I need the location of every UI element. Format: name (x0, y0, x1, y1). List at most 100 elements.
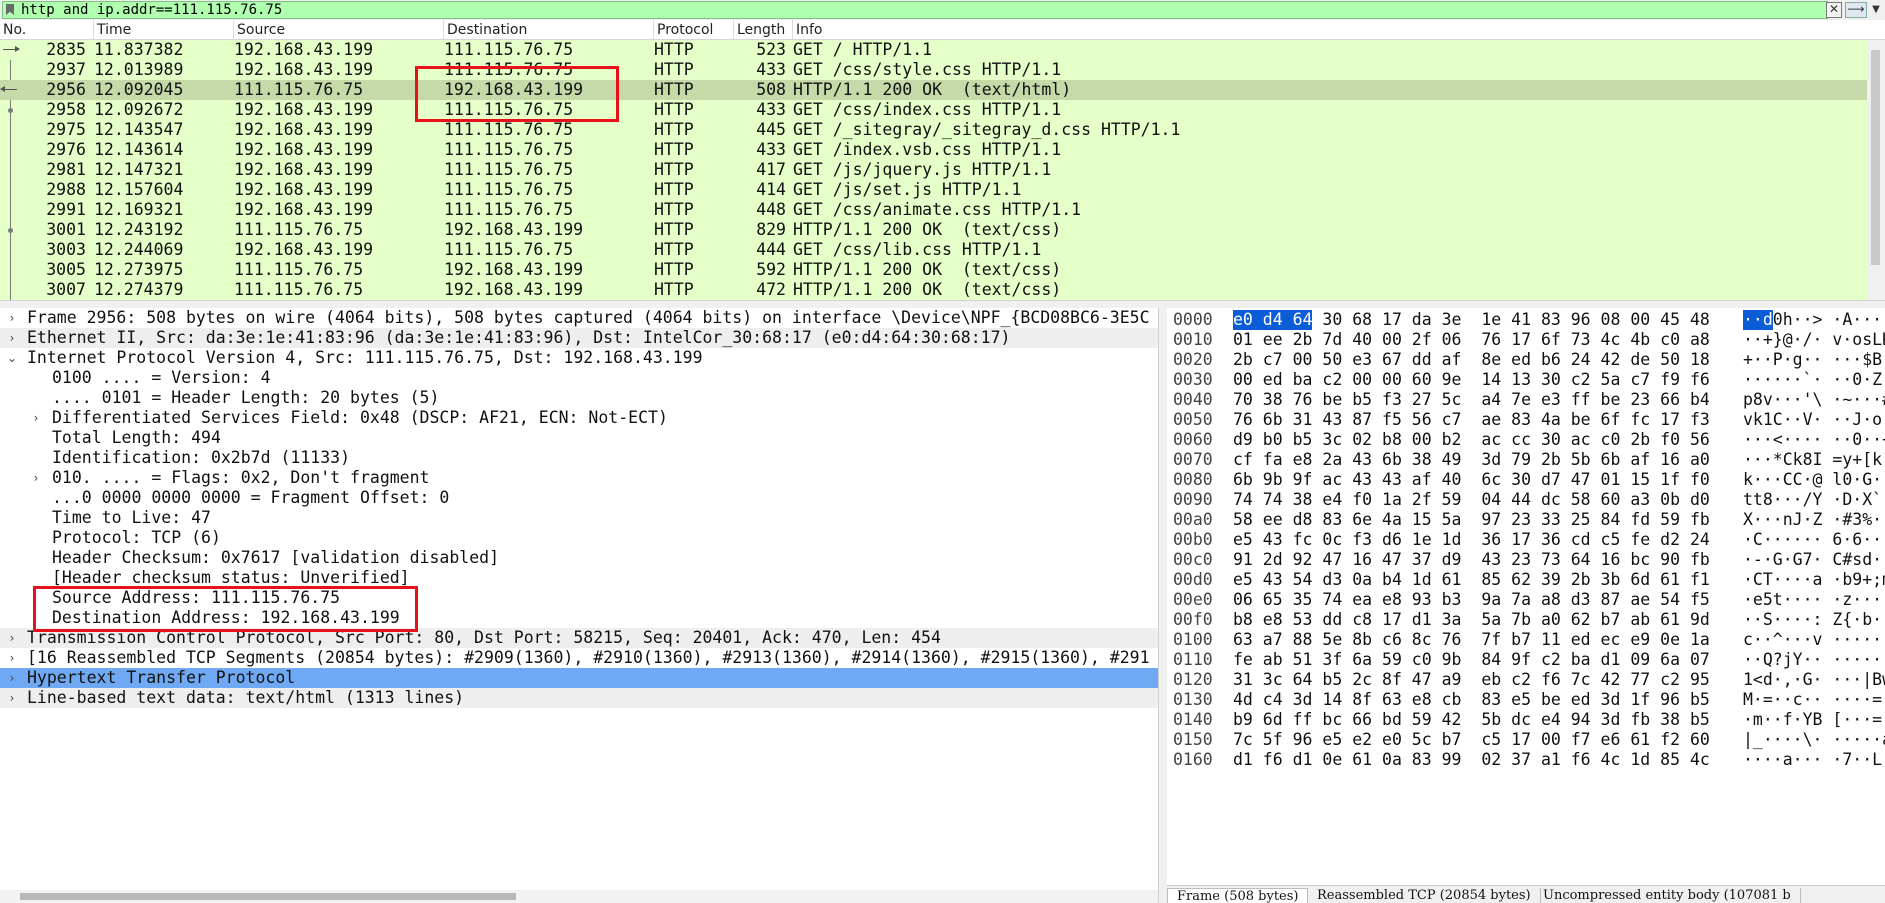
hex-row[interactable]: 0030 00 ed ba c2 00 00 60 9e 14 13 30 c2 … (1167, 370, 1885, 390)
hex-offset: 0130 (1173, 690, 1213, 709)
hex-row[interactable]: 0150 7c 5f 96 e5 e2 e0 5c b7 c5 17 00 f7 … (1167, 730, 1885, 750)
detail-tree-item[interactable]: › [16 Reassembled TCP Segments (20854 byt… (0, 648, 1158, 668)
detail-tree-item[interactable]: › Hypertext Transfer Protocol (0, 668, 1158, 688)
hex-bytes: 91 2d 92 47 16 47 37 d9 43 23 73 64 16 b… (1233, 550, 1710, 569)
apply-filter-arrow-icon[interactable]: ⟶ (1845, 2, 1867, 18)
cell-info: GET /css/index.css HTTP/1.1 (793, 100, 1062, 119)
column-header-source[interactable]: Source (234, 20, 444, 40)
hex-row[interactable]: 0020 2b c7 00 50 e3 67 dd af 8e ed b6 24 … (1167, 350, 1885, 370)
detail-tree-item[interactable]: Protocol: TCP (6) (0, 528, 1158, 548)
detail-tree-item[interactable]: Identification: 0x2b7d (11133) (0, 448, 1158, 468)
hex-row[interactable]: 0090 74 74 38 e4 f0 1a 2f 59 04 44 dc 58 … (1167, 490, 1885, 510)
pane-divider[interactable] (1158, 308, 1167, 903)
pane-splitter[interactable] (0, 300, 1885, 308)
packet-row[interactable]: 2956 12.092045 111.115.76.75 192.168.43.199… (0, 80, 1867, 100)
hex-row[interactable]: 00f0 b8 e8 53 dd c8 17 d1 3a 5a 7b a0 62 … (1167, 610, 1885, 630)
hex-bytes: b9 6d ff bc 66 bd 59 42 5b dc e4 94 3d f… (1233, 710, 1710, 729)
cell-destination: 192.168.43.199 (444, 280, 584, 299)
detail-tree-item[interactable]: › Differentiated Services Field: 0x48 (DS… (0, 408, 1158, 428)
column-header-info[interactable]: Info (793, 20, 1867, 40)
chevron-right-icon[interactable]: › (29, 468, 43, 488)
cell-info: GET /index.vsb.css HTTP/1.1 (793, 140, 1062, 159)
chevron-right-icon[interactable]: › (5, 328, 19, 348)
hex-offset: 0140 (1173, 710, 1213, 729)
column-header-length[interactable]: Length (734, 20, 793, 40)
cell-source: 192.168.43.199 (234, 240, 374, 259)
tab-frame-bytes[interactable]: Frame (508 bytes) (1167, 888, 1309, 903)
detail-tree-item[interactable]: › Frame 2956: 508 bytes on wire (4064 bit… (0, 308, 1158, 328)
packet-row[interactable]: 3007 12.274379 111.115.76.75 192.168.43.199… (0, 280, 1867, 300)
packet-row[interactable]: 2991 12.169321 192.168.43.199 111.115.76.75… (0, 200, 1867, 220)
hex-ascii: ·C······ 6·6····$ (1743, 530, 1885, 549)
packet-row[interactable]: 2937 12.013989 192.168.43.199 111.115.76.75… (0, 60, 1867, 80)
detail-tree-item[interactable]: [Header checksum status: Unverified] (0, 568, 1158, 588)
packet-row[interactable]: 2976 12.143614 192.168.43.199 111.115.76.75… (0, 140, 1867, 160)
bookmark-icon[interactable] (2, 1, 18, 19)
hex-offset: 0030 (1173, 370, 1213, 389)
packet-row[interactable]: 2981 12.147321 192.168.43.199 111.115.76.75… (0, 160, 1867, 180)
hex-row[interactable]: 0130 4d c4 3d 14 8f 63 e8 cb 83 e5 be ed … (1167, 690, 1885, 710)
detail-tree-item[interactable]: .... 0101 = Header Length: 20 bytes (5) (0, 388, 1158, 408)
hex-row[interactable]: 0110 fe ab 51 3f 6a 59 c0 9b 84 9f c2 ba … (1167, 650, 1885, 670)
detail-tree-item[interactable]: › 010. .... = Flags: 0x2, Don't fragment (0, 468, 1158, 488)
chevron-right-icon[interactable]: › (5, 688, 19, 708)
hex-row[interactable]: 0100 63 a7 88 5e 8b c6 8c 76 7f b7 11 ed … (1167, 630, 1885, 650)
tab-uncompressed-entity-body[interactable]: Uncompressed entity body (107081 b (1534, 888, 1801, 903)
packet-row[interactable]: 3005 12.273975 111.115.76.75 192.168.43.199… (0, 260, 1867, 280)
detail-tree-label: .... 0101 = Header Length: 20 bytes (5) (52, 388, 440, 407)
hex-row[interactable]: 0010 01 ee 2b 7d 40 00 2f 06 76 17 6f 73 … (1167, 330, 1885, 350)
hex-row[interactable]: 00d0 e5 43 54 d3 0a b4 1d 61 85 62 39 2b … (1167, 570, 1885, 590)
hex-bytes: 01 ee 2b 7d 40 00 2f 06 76 17 6f 73 4c 4… (1233, 330, 1710, 349)
hex-row[interactable]: 00b0 e5 43 fc 0c f3 d6 1e 1d 36 17 36 cd … (1167, 530, 1885, 550)
hex-offset: 0010 (1173, 330, 1213, 349)
packet-row[interactable]: 2975 12.143547 192.168.43.199 111.115.76.75… (0, 120, 1867, 140)
column-header-time[interactable]: Time (94, 20, 234, 40)
hex-bytes: d9 b0 b5 3c 02 b8 00 b2 ac cc 30 ac c0 2… (1233, 430, 1710, 449)
clear-filter-icon[interactable]: ✕ (1826, 2, 1842, 18)
hex-offset: 0100 (1173, 630, 1213, 649)
details-scrollbar-thumb[interactable] (20, 893, 516, 900)
chevron-right-icon[interactable]: › (5, 308, 19, 328)
packet-row[interactable]: 2835 11.837382 192.168.43.199 111.115.76.75… (0, 40, 1867, 60)
detail-tree-item[interactable]: ...0 0000 0000 0000 = Fragment Offset: 0 (0, 488, 1158, 508)
packet-row[interactable]: 3001 12.243192 111.115.76.75 192.168.43.199… (0, 220, 1867, 240)
hex-row[interactable]: 0000 e0 d4 64 30 68 17 da 3e 1e 41 83 96 … (1167, 310, 1885, 330)
detail-tree-item[interactable]: › Line-based text data: text/html (1313 l… (0, 688, 1158, 708)
detail-tree-item[interactable]: Total Length: 494 (0, 428, 1158, 448)
hex-row[interactable]: 00c0 91 2d 92 47 16 47 37 d9 43 23 73 64 … (1167, 550, 1885, 570)
chevron-down-icon[interactable]: ▼ (1869, 2, 1883, 18)
chevron-right-icon[interactable]: › (5, 628, 19, 648)
hex-row[interactable]: 0040 70 38 76 be b5 f3 27 5c a4 7e e3 ff … (1167, 390, 1885, 410)
cell-time: 12.143547 (94, 120, 184, 139)
column-header-protocol[interactable]: Protocol (654, 20, 734, 40)
chevron-down-icon[interactable]: ⌄ (5, 348, 19, 368)
display-filter-input[interactable]: http and ip.addr==111.115.76.75 (2, 1, 1828, 19)
hex-row[interactable]: 0060 d9 b0 b5 3c 02 b8 00 b2 ac cc 30 ac … (1167, 430, 1885, 450)
hex-row[interactable]: 0070 cf fa e8 2a 43 6b 38 49 3d 79 2b 5b … (1167, 450, 1885, 470)
hex-row[interactable]: 0160 d1 f6 d1 0e 61 0a 83 99 02 37 a1 f6 … (1167, 750, 1885, 770)
detail-tree-item[interactable]: ⌄ Internet Protocol Version 4, Src: 111.1… (0, 348, 1158, 368)
detail-tree-item[interactable]: › Ethernet II, Src: da:3e:1e:41:83:96 (da… (0, 328, 1158, 348)
chevron-right-icon[interactable]: › (5, 648, 19, 668)
hex-row[interactable]: 00e0 06 65 35 74 ea e8 93 b3 9a 7a a8 d3 … (1167, 590, 1885, 610)
packet-row[interactable]: 3003 12.244069 192.168.43.199 111.115.76.75… (0, 240, 1867, 260)
chevron-right-icon[interactable]: › (5, 668, 19, 688)
column-header-no[interactable]: No. (0, 20, 94, 40)
hex-row[interactable]: 0140 b9 6d ff bc 66 bd 59 42 5b dc e4 94 … (1167, 710, 1885, 730)
packet-list-scrollbar-thumb[interactable] (1871, 50, 1880, 265)
detail-tree-item[interactable]: 0100 .... = Version: 4 (0, 368, 1158, 388)
hex-row[interactable]: 0050 76 6b 31 43 87 f5 56 c7 ae 83 4a be … (1167, 410, 1885, 430)
column-header-destination[interactable]: Destination (444, 20, 654, 40)
packet-row[interactable]: 2988 12.157604 192.168.43.199 111.115.76.75… (0, 180, 1867, 200)
hex-offset: 00a0 (1173, 510, 1213, 529)
cell-time: 12.243192 (94, 220, 184, 239)
hex-row[interactable]: 00a0 58 ee d8 83 6e 4a 15 5a 97 23 33 25 … (1167, 510, 1885, 530)
packet-row[interactable]: 2958 12.092672 192.168.43.199 111.115.76.75… (0, 100, 1867, 120)
hex-row[interactable]: 0120 31 3c 64 b5 2c 8f 47 a9 eb c2 f6 7c … (1167, 670, 1885, 690)
chevron-right-icon[interactable]: › (29, 408, 43, 428)
hex-row[interactable]: 0080 6b 9b 9f ac 43 43 af 40 6c 30 d7 47 … (1167, 470, 1885, 490)
detail-tree-item[interactable]: Header Checksum: 0x7617 [validation disa… (0, 548, 1158, 568)
detail-tree-label: Hypertext Transfer Protocol (27, 668, 296, 687)
tab-reassembled-tcp[interactable]: Reassembled TCP (20854 bytes) (1308, 888, 1541, 903)
detail-tree-item[interactable]: Time to Live: 47 (0, 508, 1158, 528)
